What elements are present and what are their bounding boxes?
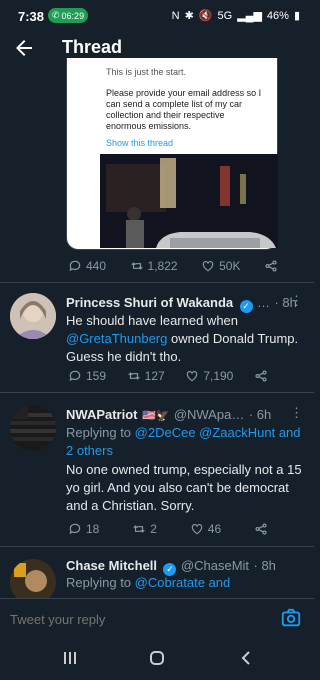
back-icon[interactable]	[238, 650, 254, 666]
status-bar: 7:38 ✆ 06:29 N ✱ 🔇 5G ▂▄▆ 46% ▮	[0, 0, 314, 32]
reply-input[interactable]	[10, 607, 260, 631]
more-icon[interactable]: ⋮	[290, 405, 303, 421]
retweet-count: 127	[144, 369, 165, 383]
back-arrow-icon[interactable]	[12, 36, 36, 60]
signal-icon: ▂▄▆	[237, 10, 262, 22]
like-count: 46	[207, 522, 222, 536]
reply-tweet[interactable]: Chase Mitchell ✓ @ChaseMit · 8h Replying…	[0, 547, 314, 598]
like-button[interactable]: 46	[190, 522, 221, 536]
retweet-icon	[127, 372, 140, 380]
replying-to: Replying to @2DeCee @ZaackHunt and 2 oth…	[66, 424, 306, 460]
like-icon	[202, 261, 214, 272]
reply-icon	[69, 260, 81, 272]
reply-button[interactable]: 18	[68, 522, 99, 536]
like-icon	[187, 371, 198, 382]
tweet-actions: 18 2 46	[68, 522, 268, 536]
reply-count: 159	[86, 369, 107, 383]
reply-icon	[69, 370, 81, 382]
reply-count: 440	[86, 259, 107, 273]
like-button[interactable]: 50K	[201, 259, 240, 273]
show-thread-link[interactable]: Show this thread	[106, 138, 173, 148]
author-name[interactable]: NWAPatriot	[66, 407, 138, 422]
retweet-count: 2	[150, 522, 157, 536]
call-indicator[interactable]: ✆ 06:29	[48, 8, 88, 23]
share-button[interactable]	[264, 259, 278, 273]
author-handle: @NWApa…	[173, 407, 245, 422]
share-button[interactable]	[254, 522, 268, 536]
reply-bar	[0, 598, 314, 638]
tweet-time: · 8h	[253, 558, 276, 573]
status-time: 7:38	[18, 9, 45, 24]
camera-icon[interactable]	[280, 607, 302, 629]
author-name[interactable]: Princess Shuri of Wakanda	[66, 295, 233, 310]
reply-tweet[interactable]: NWAPatriot 🇺🇸🦅 @NWApa… · 6h ⋮ Replying t…	[0, 393, 314, 543]
system-nav-bar	[0, 638, 314, 680]
avatar[interactable]	[10, 559, 56, 598]
replying-mentions[interactable]: @Cobratate and	[135, 575, 231, 590]
replying-label: Replying to	[66, 575, 135, 590]
like-count: 7,190	[203, 369, 234, 383]
battery-text: 46%	[266, 9, 289, 22]
reply-icon	[69, 523, 81, 535]
quoted-top-text: This is just the start.	[106, 67, 187, 77]
share-icon	[265, 260, 277, 272]
quoted-text: Please provide your email address so I c…	[106, 88, 262, 131]
car-photo[interactable]	[100, 154, 278, 248]
like-count: 50K	[219, 259, 241, 273]
tweet-time: · 6h	[248, 407, 272, 422]
avatar[interactable]	[10, 405, 56, 451]
page-title: Thread	[62, 37, 123, 57]
replying-to: Replying to @Cobratate and	[66, 574, 306, 592]
network-label: 5G	[217, 9, 233, 22]
nfc-icon: N	[171, 9, 180, 22]
recents-icon[interactable]	[62, 650, 78, 666]
tweet-body: No one owned trump, especially not a 15 …	[66, 462, 302, 513]
avatar[interactable]	[10, 293, 56, 339]
author-handle: …	[257, 295, 271, 310]
mention-link[interactable]: @GretaThunberg	[66, 331, 167, 346]
status-icons: N ✱ 🔇 5G ▂▄▆ 46% ▮	[171, 9, 300, 23]
like-icon	[191, 524, 203, 535]
call-duration: 06:29	[61, 10, 85, 21]
more-icon[interactable]: ⋮	[290, 293, 303, 309]
tweet-body: He should have learned when @GretaThunbe…	[66, 312, 306, 366]
retweet-button[interactable]: 127	[127, 369, 165, 383]
retweet-count: 1,822	[147, 259, 178, 273]
flag-emojis: 🇺🇸🦅	[141, 410, 170, 422]
share-button[interactable]	[254, 369, 268, 383]
like-button[interactable]: 7,190	[185, 369, 233, 383]
retweet-icon	[133, 525, 145, 533]
reply-button[interactable]: 159	[68, 369, 106, 383]
author-handle: @ChaseMit	[180, 558, 250, 573]
replying-label: Replying to	[66, 425, 135, 440]
reply-tweet[interactable]: Princess Shuri of Wakanda ✓ … · 8h ⋮ He …	[0, 283, 314, 390]
tweet-actions: 159 127 7,190	[68, 369, 268, 383]
main-tweet-actions: 440 1,822 50K	[68, 259, 278, 273]
share-icon	[255, 523, 267, 535]
bluetooth-icon: ✱	[184, 10, 194, 22]
share-icon	[255, 370, 267, 382]
phone-icon: ✆	[52, 10, 60, 20]
author-name[interactable]: Chase Mitchell	[66, 558, 157, 573]
home-icon[interactable]	[149, 650, 165, 666]
reply-button[interactable]: 440	[68, 259, 106, 273]
tweet-text-start: He should have learned when	[66, 313, 239, 328]
battery-icon: ▮	[293, 10, 300, 22]
retweet-button[interactable]: 2	[132, 522, 157, 536]
mute-icon: 🔇	[198, 10, 213, 22]
retweet-icon	[130, 262, 143, 270]
reply-count: 18	[86, 522, 100, 536]
retweet-button[interactable]: 1,822	[130, 259, 178, 273]
